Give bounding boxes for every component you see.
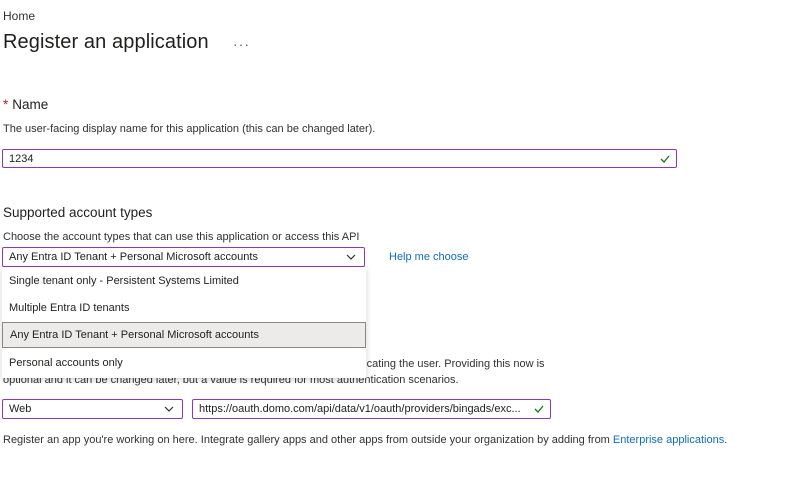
chevron-down-icon [346,254,356,260]
redirect-description-line1: nticating the user. Providing this now i… [355,358,545,370]
name-input-value: 1234 [9,152,34,165]
help-me-choose-link[interactable]: Help me choose [389,251,469,263]
account-type-option[interactable]: Multiple Entra ID tenants [2,294,366,321]
name-heading-label: Name [12,97,49,112]
name-heading: * Name [3,97,48,112]
name-description: The user-facing display name for this ap… [3,123,376,135]
account-type-selected-value: Any Entra ID Tenant + Personal Microsoft… [9,251,258,263]
chevron-down-icon [164,406,174,412]
checkmark-icon [534,405,544,413]
account-type-dropdown[interactable]: Any Entra ID Tenant + Personal Microsoft… [2,247,365,267]
account-type-option[interactable]: Personal accounts only [2,349,366,376]
more-ellipsis-icon[interactable]: ··· [233,36,250,52]
page-title: Register an application [3,31,209,53]
checkmark-icon [660,155,670,163]
redirect-uri-input[interactable]: https://oauth.domo.com/api/data/v1/oauth… [192,399,551,419]
platform-select-value: Web [9,403,32,415]
name-input[interactable]: 1234 [2,149,677,168]
footer-description: Register an app you're working on here. … [3,434,613,446]
footer-period: . [724,434,728,446]
account-type-options-panel: Single tenant only - Persistent Systems … [2,267,366,378]
enterprise-applications-link[interactable]: Enterprise applications [613,434,724,446]
account-type-option-selected[interactable]: Any Entra ID Tenant + Personal Microsoft… [2,322,366,348]
account-types-heading: Supported account types [3,205,153,220]
required-asterisk: * [3,97,9,112]
platform-select[interactable]: Web [2,399,183,419]
footer-text: Register an app you're working on here. … [3,434,727,446]
account-types-description: Choose the account types that can use th… [3,231,360,243]
redirect-uri-value: https://oauth.domo.com/api/data/v1/oauth… [199,403,521,415]
account-type-option[interactable]: Single tenant only - Persistent Systems … [2,267,366,294]
breadcrumb-home[interactable]: Home [3,9,35,23]
